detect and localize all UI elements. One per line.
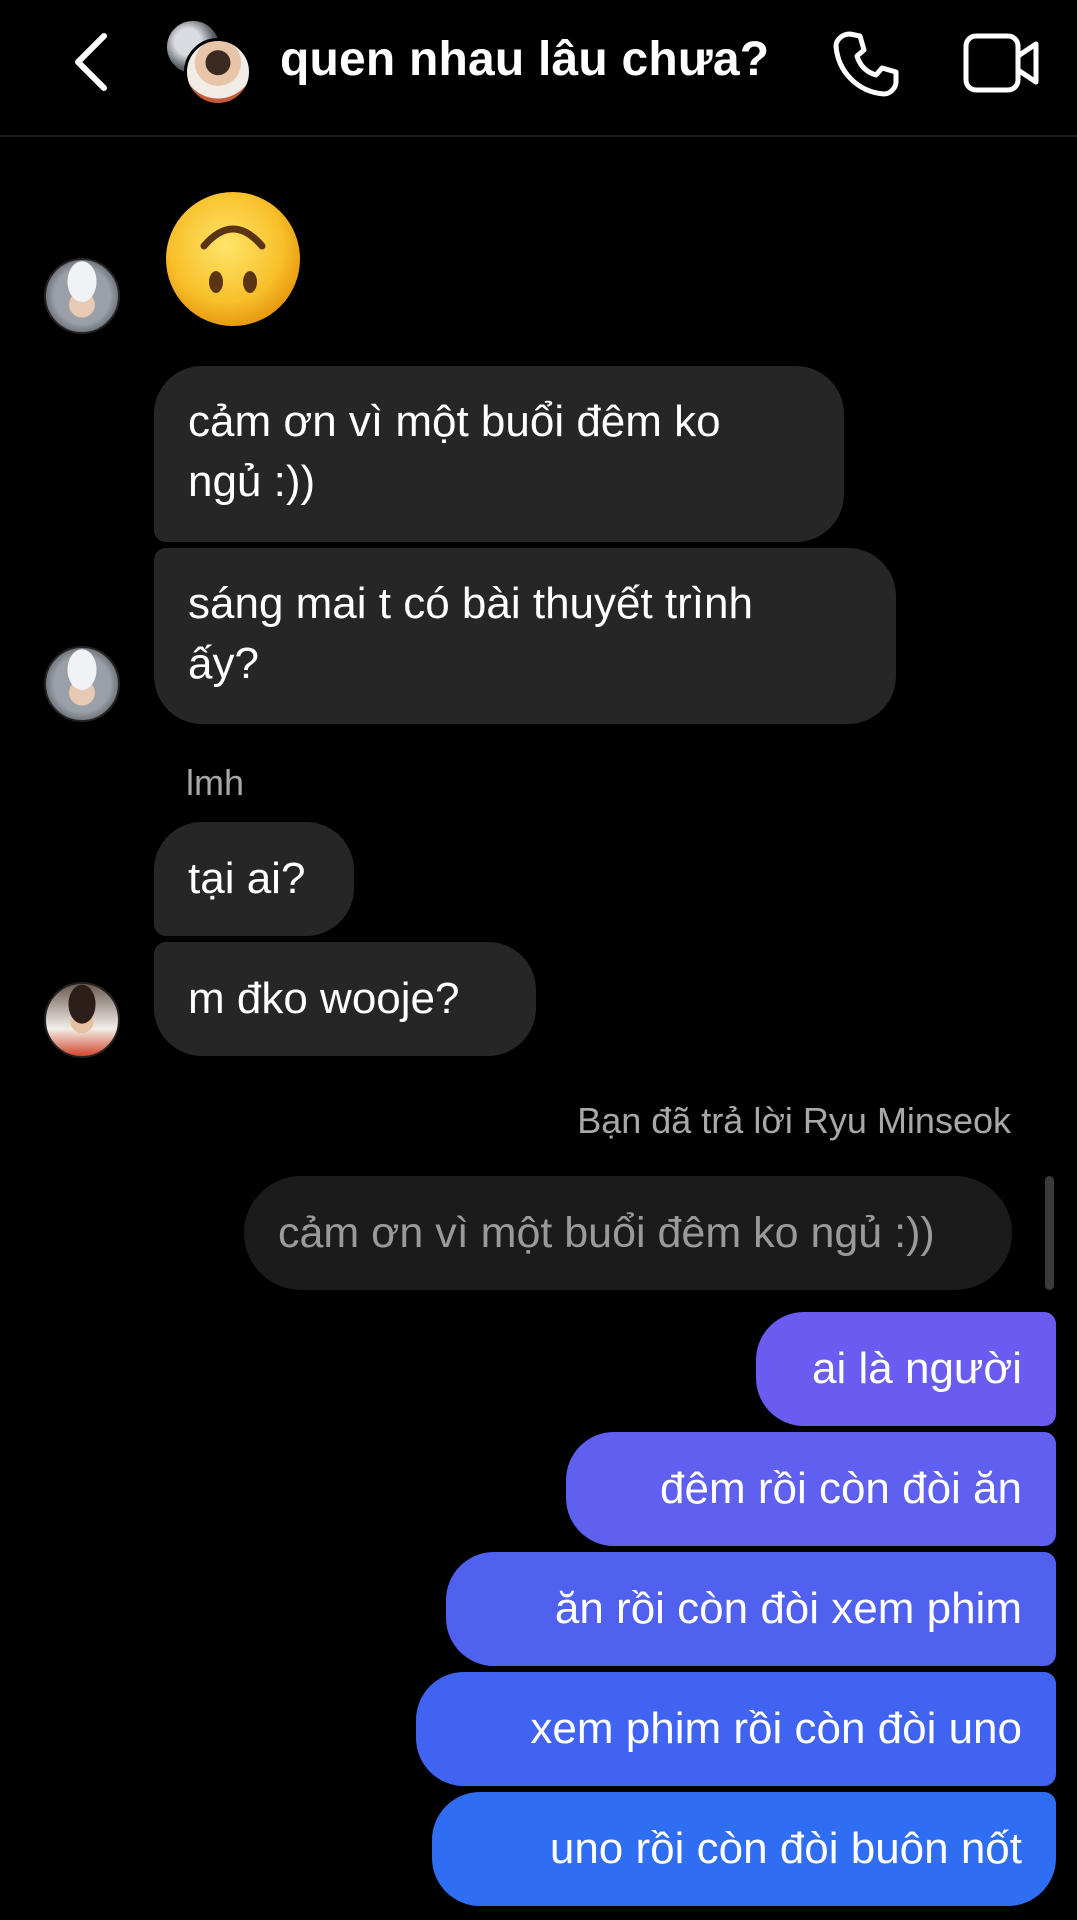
message-bubble[interactable]: đêm rồi còn đòi ăn <box>566 1432 1056 1546</box>
video-camera-icon <box>963 33 1039 93</box>
chat-screen: quen nhau lâu chưa? cảm ơn vì một buổi đ… <box>0 0 1077 1920</box>
phone-icon <box>833 31 899 97</box>
message-text: đêm rồi còn đòi ăn <box>660 1464 1022 1513</box>
message-text: ai là người <box>812 1344 1022 1393</box>
message-bubble[interactable]: cảm ơn vì một buổi đêm ko ngủ :)) <box>154 366 844 542</box>
avatar[interactable] <box>44 258 120 334</box>
sender-name: lmh <box>186 762 245 803</box>
audio-call-button[interactable] <box>830 28 902 100</box>
message-text: tại ai? <box>188 854 306 903</box>
message-bubble[interactable]: sáng mai t có bài thuyết trình ấy? <box>154 548 896 724</box>
message-bubble[interactable]: tại ai? <box>154 822 354 936</box>
chat-header: quen nhau lâu chưa? <box>0 0 1077 137</box>
message-text: xem phim rồi còn đòi uno <box>530 1704 1022 1753</box>
group-avatar[interactable] <box>164 18 254 106</box>
message-text: uno rồi còn đòi buôn nốt <box>549 1824 1022 1873</box>
message-bubble[interactable]: ăn rồi còn đòi xem phim <box>446 1552 1056 1666</box>
message-bubble[interactable]: xem phim rồi còn đòi uno <box>416 1672 1056 1786</box>
chat-title[interactable]: quen nhau lâu chưa? <box>280 32 769 87</box>
avatar[interactable] <box>44 982 120 1058</box>
quoted-message[interactable]: cảm ơn vì một buổi đêm ko ngủ :)) <box>244 1176 1012 1290</box>
avatar <box>184 38 252 106</box>
reply-context-label: Bạn đã trả lời Ryu Minseok <box>577 1100 1011 1141</box>
reply-indicator-bar <box>1045 1176 1054 1290</box>
chevron-left-icon <box>75 33 107 91</box>
message-text: sáng mai t có bài thuyết trình <box>188 579 753 628</box>
message-text: ăn rồi còn đòi xem phim <box>554 1584 1022 1633</box>
message-text: ấy? <box>188 639 259 688</box>
message-text: cảm ơn vì một buổi đêm ko <box>188 397 721 446</box>
upside-down-face-icon <box>166 192 300 326</box>
video-call-button[interactable] <box>962 30 1042 96</box>
message-bubble[interactable]: uno rồi còn đòi buôn nốt <box>432 1792 1056 1906</box>
avatar[interactable] <box>44 646 120 722</box>
message-bubble[interactable]: m đko wooje? <box>154 942 536 1056</box>
quoted-text: cảm ơn vì một buổi đêm ko ngủ :)) <box>278 1208 935 1257</box>
emoji-message[interactable] <box>164 190 302 328</box>
message-bubble[interactable]: ai là người <box>756 1312 1056 1426</box>
message-text: m đko wooje? <box>188 974 460 1023</box>
message-text: ngủ :)) <box>188 457 316 506</box>
back-button[interactable] <box>62 30 122 94</box>
